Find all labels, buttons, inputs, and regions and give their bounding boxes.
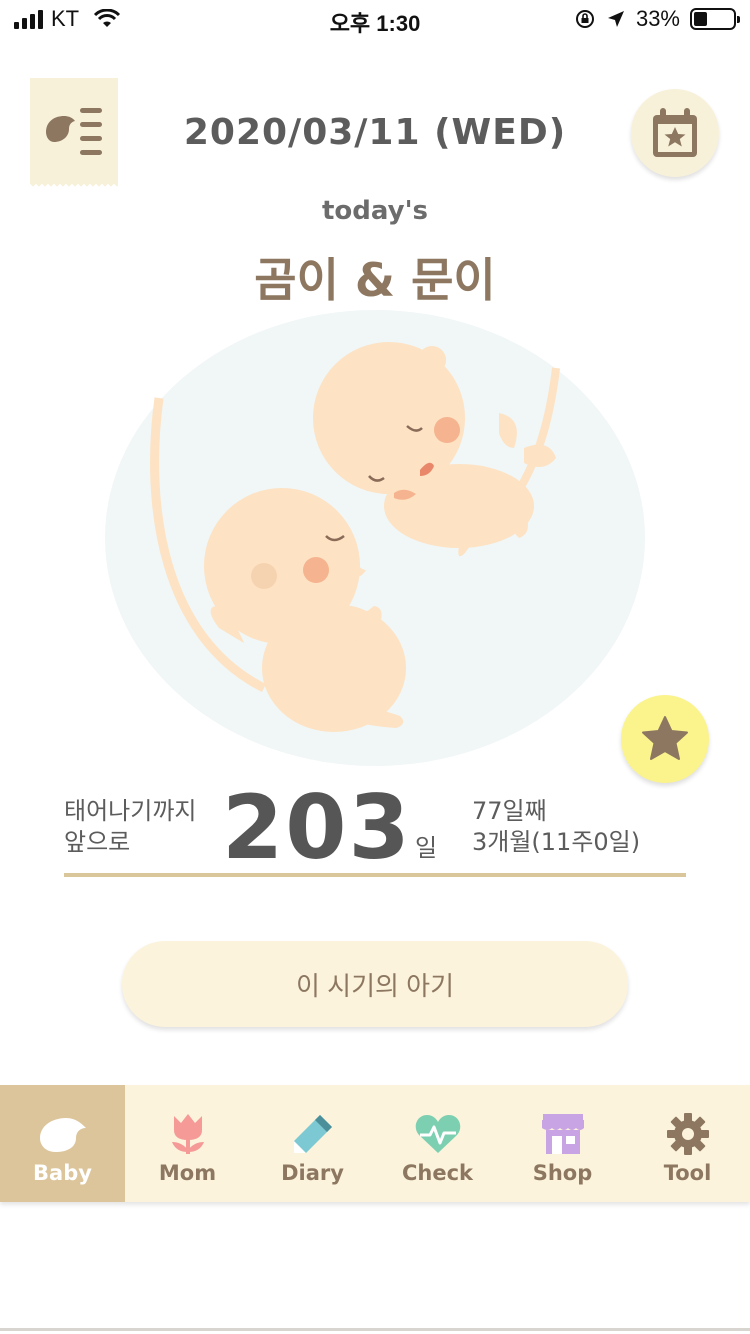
countdown-days: 203 [222,776,412,879]
divider [64,873,686,877]
star-icon [642,716,688,760]
bottom-tab-bar: Baby Mom Diary Check Shop Tool [0,1085,750,1202]
status-bar: KT 오후 1:30 33% [0,0,750,40]
pregnancy-day-count: 77일째 [472,797,547,825]
baby-this-period-button[interactable]: 이 시기의 아기 [122,941,628,1027]
calendar-star-icon [653,108,697,157]
tab-tool[interactable]: Tool [625,1085,750,1202]
today-label: today's [321,196,429,226]
pregnancy-progress: 77일째 3개월(11주0일) [472,796,640,858]
shop-icon [541,1114,584,1154]
calendar-button[interactable] [631,89,719,177]
tulip-icon [171,1114,204,1154]
countdown-unit: 일 [415,834,438,862]
battery-level [694,12,707,26]
tab-diary-label: Diary [281,1161,344,1185]
baby-names: 곰이 & 문이 [254,253,496,307]
battery-icon [690,8,740,30]
tab-tool-label: Tool [663,1161,712,1185]
countdown-label: 태어나기까지 앞으로 [64,796,196,858]
tab-mom-label: Mom [158,1161,217,1185]
heart-pulse-icon [415,1115,460,1153]
favorite-button[interactable] [621,695,709,783]
tab-shop-label: Shop [532,1161,593,1185]
tab-baby[interactable]: Baby [0,1085,125,1202]
tab-check[interactable]: Check [375,1085,500,1202]
tab-mom[interactable]: Mom [125,1085,250,1202]
location-arrow-icon [607,11,624,27]
tab-diary[interactable]: Diary [250,1085,375,1202]
pencil-icon [293,1115,332,1153]
tab-check-label: Check [401,1161,474,1185]
gear-icon [666,1113,709,1155]
battery-percent: 33% [635,6,680,31]
tab-shop[interactable]: Shop [500,1085,625,1202]
twin-babies-illustration [105,310,645,766]
countdown-label-line1: 태어나기까지 [64,797,197,825]
status-right: 33% [574,6,740,32]
countdown-label-line2: 앞으로 [64,828,131,856]
orientation-lock-icon [575,10,594,28]
home-area-divider [0,1328,750,1331]
pregnancy-month-week: 3개월(11주0일) [472,828,641,856]
bird-icon [39,1118,86,1152]
tab-baby-label: Baby [33,1161,92,1185]
